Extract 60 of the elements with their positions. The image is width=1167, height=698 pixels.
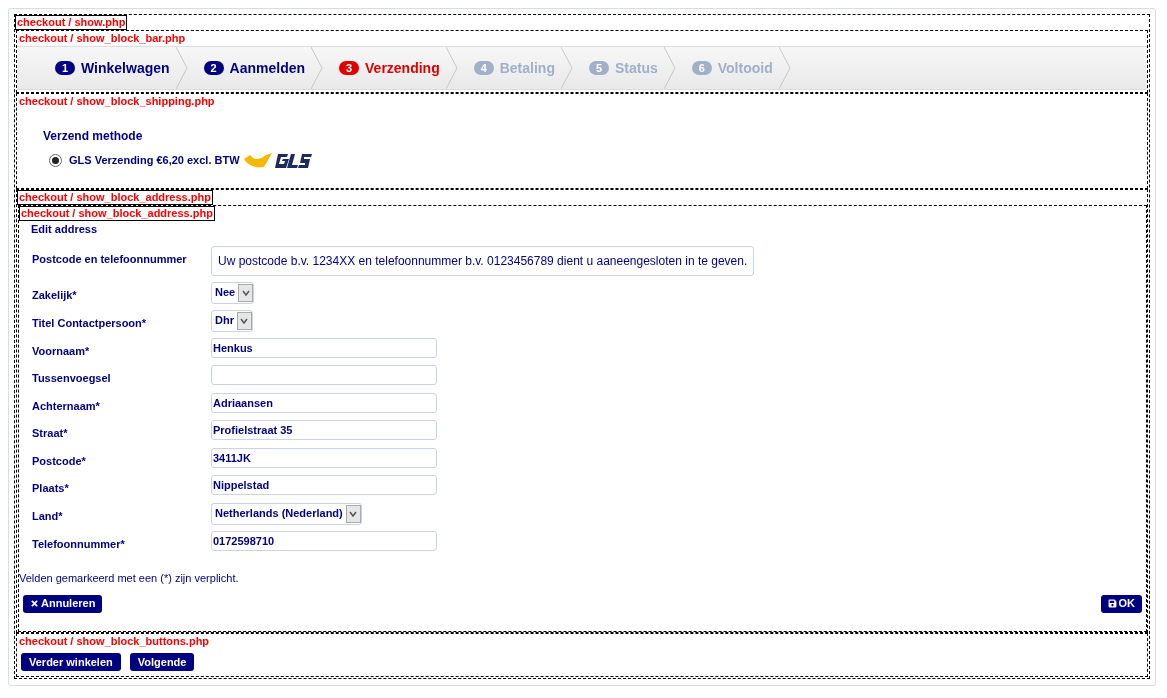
field-label: Postcode en telefoonnummer — [32, 251, 188, 267]
text-field[interactable]: Profielstraat 35 — [211, 420, 437, 440]
nav-button[interactable]: Volgende — [129, 653, 195, 671]
field-label: Postcode* — [32, 453, 87, 469]
file-label: checkout / show_block_buttons.php — [17, 634, 212, 649]
field-label: Straat* — [32, 426, 69, 441]
field-label: Titel Contactpersoon* — [32, 315, 148, 331]
option-label: GLS Verzending €6,20 excl. BTW — [69, 152, 240, 168]
step-number: 6 — [691, 61, 712, 75]
chevron-divider-icon — [560, 47, 573, 89]
required-note: Velden gemarkeerd met een (*) zijn verplicht. — [19, 571, 240, 586]
step-tab[interactable]: 2 Aanmelden — [203, 57, 306, 79]
section-heading: Edit address — [31, 222, 99, 237]
step-tab[interactable]: 3 Verzending — [339, 57, 440, 79]
step-number: 3 — [339, 61, 360, 75]
step-label: Status — [614, 58, 658, 78]
text-field[interactable] — [211, 365, 437, 385]
select-field[interactable]: Nee — [211, 281, 255, 304]
step-label: Winkelwagen — [81, 58, 170, 78]
close-icon — [30, 599, 39, 608]
file-label: checkout / show_block_address.php — [17, 190, 213, 205]
text-field[interactable]: Nippelstad — [211, 475, 437, 495]
chevron-divider-icon — [175, 47, 188, 89]
cancel-button[interactable]: Annuleren — [23, 594, 103, 613]
step-number: 2 — [203, 61, 224, 75]
select-field[interactable]: Netherlands (Nederland) — [211, 502, 362, 525]
field-label: Land* — [32, 508, 64, 524]
file-label: checkout / show_block_shipping.php — [17, 94, 217, 109]
field-label: Zakelijk* — [32, 287, 78, 303]
step-label: Betaling — [499, 58, 555, 78]
step-number: 4 — [473, 61, 494, 75]
field-label: Tussenvoegsel — [32, 371, 112, 386]
file-label: checkout / show_block_address.php — [19, 206, 215, 221]
nav-button[interactable]: Verder winkelen — [21, 653, 121, 671]
field-label: Voornaam* — [32, 343, 91, 359]
step-number: 1 — [55, 61, 75, 75]
ok-button[interactable]: OK — [1100, 594, 1142, 613]
field-label: Telefoonnummer* — [32, 536, 126, 552]
text-field[interactable]: 3411JK — [211, 447, 437, 468]
chevron-divider-icon — [778, 47, 791, 89]
step-tab[interactable]: 1 Winkelwagen — [55, 57, 170, 79]
text-field[interactable]: Henkus — [211, 337, 437, 358]
file-label: checkout / show.php — [15, 15, 128, 30]
file-label: checkout / show_block_bar.php — [17, 31, 188, 46]
field-label: Plaats* — [32, 481, 70, 496]
text-field[interactable]: Adriaansen — [211, 392, 437, 413]
select-field[interactable]: Dhr — [211, 309, 253, 332]
chevron-divider-icon — [445, 47, 458, 89]
hint-box: Uw postcode b.v. 1234XX en telefoonnummer b.v. 0123456789 dient u aaneengesloten in te geven. — [211, 245, 755, 276]
step-number: 5 — [588, 61, 609, 75]
radio-button[interactable] — [49, 153, 62, 167]
field-label: Achternaam* — [32, 398, 101, 414]
text-field[interactable]: 0172598710 — [211, 530, 437, 551]
step-label: Verzending — [365, 58, 440, 78]
save-icon — [1107, 599, 1117, 608]
step-label: Aanmelden — [229, 58, 306, 78]
chevron-divider-icon — [663, 47, 676, 89]
chevron-divider-icon — [311, 47, 324, 89]
section-heading: Verzend methode — [43, 128, 144, 145]
step-label: Voltooid — [717, 58, 773, 78]
